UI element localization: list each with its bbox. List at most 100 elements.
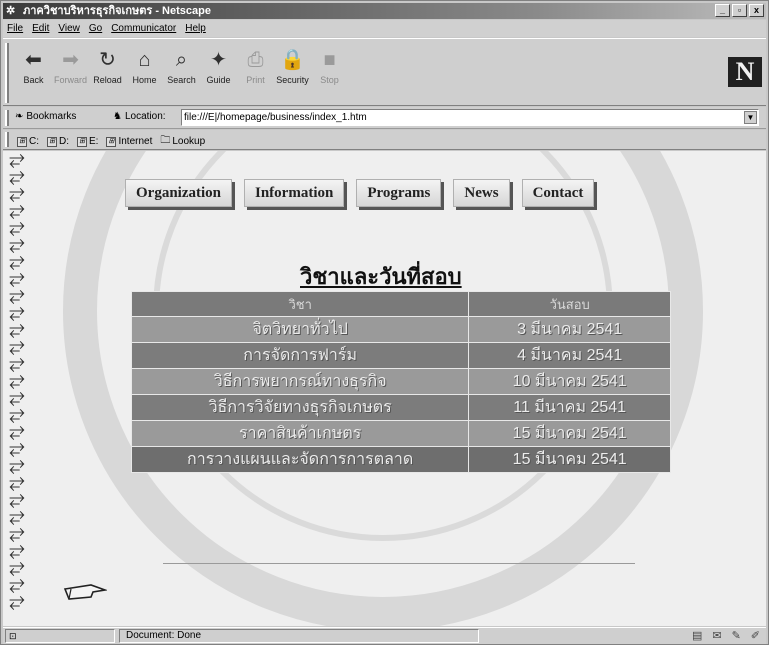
security-status-icon[interactable]: ⊡ [5,629,115,643]
location-toolbar: ❧ Bookmarks ♞ Location: file:///E|/homep… [3,107,766,129]
menu-view[interactable]: View [58,20,80,37]
personal-toolbar: ⊞ C: ⊞ D: ⊞ E: ⊞ Internet 🗀 Lookup [3,130,766,150]
table-row: การจัดการฟาร์ม 4 มีนาคม 2541 [130,342,671,369]
table-row: การวางแผนและจัดการการตลาด 15 มีนาคม 2541 [130,446,671,473]
toolbar-button-back[interactable]: ⬅ Back [15,45,52,95]
link-internet[interactable]: ⊞ Internet [106,133,152,150]
table-row: วิธีการพยากรณ์ทางธุรกิจ 10 มีนาคม 2541 [130,368,671,395]
link-label: C: [29,136,39,147]
date-cell: 10 มีนาคม 2541 [468,368,671,395]
subject-cell: วิธีการพยากรณ์ทางธุรกิจ [130,368,470,395]
date-cell: 15 มีนาคม 2541 [468,446,671,473]
nav-information[interactable]: Information [244,179,345,207]
menu-file[interactable]: File [7,20,23,37]
reload-icon: ↻ [99,49,116,71]
nav-contact[interactable]: Contact [521,179,595,207]
location-input[interactable]: file:///E|/homepage/business/index_1.htm… [181,109,759,126]
netscape-logo[interactable]: N [728,57,762,87]
personal-toolbar-grip[interactable] [5,132,9,147]
navigation-toolbar: ⬅ Back ➡ Forward ↻ Reload ⌂ Home ⌕ Search ✦ Guide ⎙ P… [3,38,766,106]
window-controls: _ ▫ x [715,4,764,17]
menu-bar: File Edit View Go Communicator Help [3,20,766,37]
home-icon: ⌂ [138,49,151,71]
date-cell: 11 มีนาคม 2541 [468,394,671,421]
date-cell: 3 มีนาคม 2541 [468,316,671,343]
toolbar-button-search[interactable]: ⌕ Search [163,45,200,95]
back-arrow-icon: ⬅ [25,49,42,71]
forward-arrow-icon: ➡ [62,49,79,71]
location-url: file:///E|/homepage/business/index_1.htm [184,112,367,123]
nav-organization[interactable]: Organization [125,179,232,207]
link-label: Internet [118,136,153,147]
toolbar-button-security[interactable]: 🔒 Security [274,45,311,95]
menu-help[interactable]: Help [185,20,206,37]
status-bar: ⊡ Document: Done ▤ ✉ ✎ ✐ [3,627,766,644]
link-label: E: [89,136,99,147]
toolbar-button-label: Search [167,75,196,85]
toolbar-buttons: ⬅ Back ➡ Forward ↻ Reload ⌂ Home ⌕ Search ✦ Guide ⎙ P… [15,45,348,95]
link-drive-c[interactable]: ⊞ C: [17,133,39,150]
netscape-app-icon: ✲ [6,5,16,17]
chevron-down-icon[interactable]: ▼ [744,111,757,124]
table-row: ราคาสินค้าเกษตร 15 มีนาคม 2541 [130,420,671,447]
toolbar-button-stop[interactable]: ■ Stop [311,45,348,95]
table-header-row: วิชา วันสอบ [130,291,671,317]
search-icon: ⌕ [175,49,188,71]
folder-icon: 🗀 [160,135,171,146]
drive-icon: ⊞ [77,136,87,147]
stop-icon: ■ [323,49,336,71]
bookmarks-label: Bookmarks [26,111,77,122]
menu-go[interactable]: Go [89,20,102,37]
bookmarks-icon: ❧ [15,111,24,122]
page-content[interactable]: ⥂ ⥂ ⥂ ⥂ ⥂ ⥂ ⥂ ⥂ ⥂ ⥂ ⥂ ⥂ ⥂ ⥂ ⥂ ⥂ ⥂ ⥂ ⥂ ⥂ ⥂ ⥂ ⥂ ⥂ ⥂ ⥂ ⥂ Organization… [3,151,766,626]
link-lookup[interactable]: 🗀 Lookup [160,133,205,150]
page-proxy-icon[interactable]: ♞ [113,111,122,122]
toolbar-button-label: Security [276,75,309,85]
table-row: จิตวิทยาทั่วไป 3 มีนาคม 2541 [130,316,671,343]
mail-icon[interactable]: ✉ [712,629,721,642]
date-cell: 4 มีนาคม 2541 [468,342,671,369]
nav-news[interactable]: News [453,179,510,207]
toolbar-button-label: Reload [93,75,122,85]
drive-icon: ⊞ [47,136,57,147]
toolbar-button-reload[interactable]: ↻ Reload [89,45,126,95]
site-navigation: Organization Information Programs News C… [125,179,595,207]
status-message: Document: Done [119,629,479,643]
link-drive-e[interactable]: ⊞ E: [77,133,98,150]
personal-links: ⊞ C: ⊞ D: ⊞ E: ⊞ Internet 🗀 Lookup [17,133,205,150]
maximize-button[interactable]: ▫ [732,4,747,17]
subject-cell: วิธีการวิจัยทางธุรกิจเกษตร [130,394,470,421]
nav-programs[interactable]: Programs [356,179,442,207]
toolbar-button-home[interactable]: ⌂ Home [126,45,163,95]
close-button[interactable]: x [749,4,764,17]
horizontal-divider [163,563,635,564]
menu-communicator[interactable]: Communicator [111,20,176,37]
composer-icon[interactable]: ✐ [751,629,760,642]
toolbar-button-label: Stop [320,75,339,85]
bookmark-icon: ⊞ [106,136,117,147]
pointing-hand-icon[interactable] [63,581,107,603]
title-bar: ✲ ภาควิชาบริหารธุรกิจเกษตร - Netscape _ … [3,3,766,19]
discussion-icon[interactable]: ✎ [732,629,741,642]
location-grip[interactable] [5,110,9,126]
navigator-icon[interactable]: ▤ [692,629,702,642]
minimize-button[interactable]: _ [715,4,730,17]
toolbar-button-label: Home [132,75,157,85]
lock-icon: 🔒 [280,49,305,71]
toolbar-button-print[interactable]: ⎙ Print [237,45,274,95]
bookmarks-button[interactable]: ❧ Bookmarks [15,111,76,122]
link-label: Lookup [172,136,206,147]
column-header-date: วันสอบ [468,291,671,317]
location-label-text: Location: [124,111,166,122]
toolbar-button-label: Print [246,75,265,85]
spiral-binding-decoration: ⥂ ⥂ ⥂ ⥂ ⥂ ⥂ ⥂ ⥂ ⥂ ⥂ ⥂ ⥂ ⥂ ⥂ ⥂ ⥂ ⥂ ⥂ ⥂ ⥂ ⥂ ⥂ ⥂ ⥂ ⥂ ⥂ ⥂ [3,151,33,626]
toolbar-grip[interactable] [5,43,9,103]
toolbar-button-label: Back [23,75,44,85]
toolbar-button-guide[interactable]: ✦ Guide [200,45,237,95]
print-icon: ⎙ [247,49,264,71]
table-row: วิธีการวิจัยทางธุรกิจเกษตร 11 มีนาคม 254… [130,394,671,421]
toolbar-button-forward[interactable]: ➡ Forward [52,45,89,95]
link-drive-d[interactable]: ⊞ D: [47,133,69,150]
menu-edit[interactable]: Edit [32,20,49,37]
exam-schedule-table: วิชา วันสอบ จิตวิทยาทั่วไป 3 มีนาคม 2541… [130,291,671,473]
